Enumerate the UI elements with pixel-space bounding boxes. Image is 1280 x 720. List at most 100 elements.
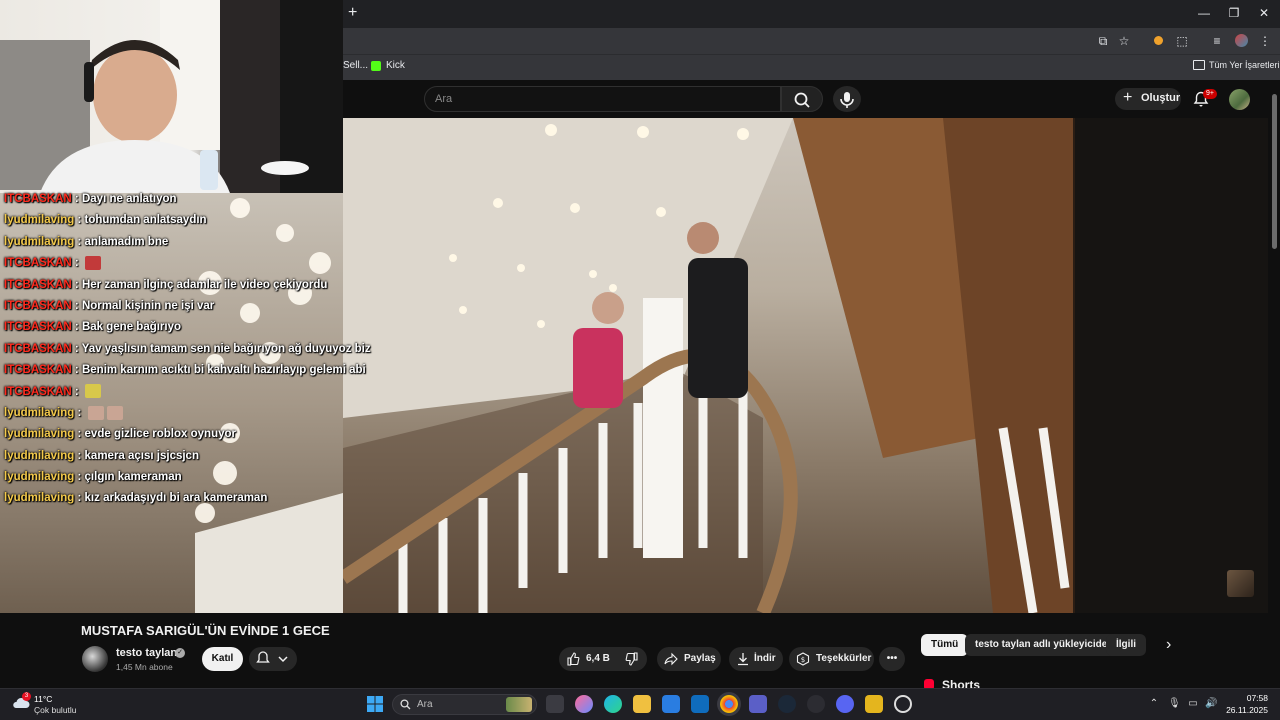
chat-text: Yav yaşlısın tamam sen nie bağırıyon ağ … (81, 342, 371, 355)
channel-avatar[interactable] (82, 646, 108, 672)
chevron-right-icon[interactable]: › (1166, 636, 1171, 654)
folder-icon (1193, 60, 1205, 70)
create-label: Oluştur (1141, 92, 1181, 104)
temperature[interactable]: 11°C (34, 694, 52, 704)
chat-username: lyudmilaving (4, 428, 75, 441)
chip-from-uploader[interactable]: testo taylan adlı yükleyiciden (965, 634, 1124, 656)
search-highlight-image (506, 697, 532, 712)
maximize-button[interactable]: ❐ (1226, 6, 1242, 20)
thanks-dollar-icon: $ (796, 652, 810, 666)
install-app-icon[interactable]: ⧉ (1096, 34, 1110, 48)
chat-message: ITCBASKAN : Dayı ne anlatıyon (4, 193, 177, 205)
search-input[interactable]: Ara (424, 86, 781, 112)
chat-message: lyudmilaving : kamera açısı jsjcsjcn (4, 449, 199, 462)
chip-all[interactable]: Tümü (921, 634, 969, 656)
chat-username: lyudmilaving (4, 471, 75, 484)
microphone-tray-icon[interactable]: 🎙 (1168, 698, 1181, 710)
chat-message: ITCBASKAN : Bak gene bağırıyo (4, 321, 182, 334)
outlook-icon[interactable] (691, 695, 709, 713)
video-frame (343, 118, 1075, 613)
chat-text: kız arkadaşıydı bi ara kameraman (84, 492, 268, 505)
bookmarks-bar (343, 54, 1280, 80)
chat-username: ITCBASKAN (4, 257, 72, 270)
bookmark-sell[interactable]: Sell... (343, 60, 368, 71)
bookmark-kick[interactable]: Kick (386, 60, 405, 71)
chat-username: lyudmilaving (4, 492, 75, 505)
discord-icon[interactable] (836, 695, 854, 713)
minimize-button[interactable]: — (1196, 6, 1212, 20)
search-icon (794, 92, 810, 108)
video-player[interactable] (343, 118, 1075, 613)
file-explorer-icon[interactable] (633, 695, 651, 713)
obs-icon[interactable] (894, 695, 912, 713)
tray-chevron-up-icon[interactable]: ⌃ (1148, 698, 1160, 710)
chat-emote-icon (84, 384, 101, 399)
chat-message: ITCBASKAN : Her zaman ilginç adamlar ile… (4, 278, 328, 291)
store-icon[interactable] (662, 695, 680, 713)
chat-text: Her zaman ilginç adamlar ile video çekiy… (81, 278, 328, 291)
chat-message: lyudmilaving : çılgın kameraman (4, 471, 182, 484)
chat-message: ITCBASKAN : (4, 253, 364, 274)
account-avatar[interactable] (1229, 89, 1250, 110)
close-window-button[interactable]: ✕ (1256, 6, 1272, 20)
all-bookmarks-link[interactable]: Tüm Yer İşaretleri (1209, 60, 1280, 70)
chat-message: lyudmilaving : anlamadım bne (4, 235, 169, 248)
app-yellow-icon[interactable] (865, 695, 883, 713)
clock-time[interactable]: 07:58 (1238, 693, 1268, 703)
plus-icon: + (1123, 89, 1133, 106)
chat-text: anlamadım bne (84, 235, 169, 248)
extension-honey-icon[interactable] (1151, 34, 1165, 48)
browser-menu-icon[interactable]: ⋮ (1258, 34, 1272, 48)
bell-icon (256, 651, 288, 663)
chat-username: lyudmilaving (4, 235, 75, 248)
bookmark-star-icon[interactable]: ☆ (1117, 34, 1131, 48)
new-tab-button[interactable]: + (348, 5, 360, 21)
streamer-webcam (0, 0, 343, 193)
channel-name[interactable]: testo taylan (116, 647, 177, 659)
subscribed-bell-button[interactable] (249, 647, 297, 671)
chat-username: lyudmilaving (4, 214, 75, 227)
chat-username: ITCBASKAN (4, 321, 72, 334)
teams-icon[interactable] (749, 695, 767, 713)
chat-text: çılgın kameraman (84, 471, 182, 484)
chat-emote-icon (84, 256, 101, 271)
network-icon[interactable]: ▭ (1187, 698, 1199, 710)
like-count[interactable]: 6,4 B (586, 647, 610, 671)
app-icon[interactable] (807, 695, 825, 713)
create-button[interactable]: + Oluştur (1115, 88, 1181, 110)
edge-icon[interactable] (604, 695, 622, 713)
extensions-puzzle-icon[interactable]: ⬚ (1175, 34, 1189, 48)
video-side-dark-area (1075, 118, 1268, 613)
scrollbar-thumb[interactable] (1272, 94, 1277, 249)
download-icon (738, 653, 748, 666)
chip-related[interactable]: İlgili (1106, 634, 1146, 656)
kick-icon (371, 61, 381, 71)
chat-message: lyudmilaving : evde gizlice roblox oynuy… (4, 428, 236, 441)
weather-text[interactable]: Çok bulutlu (34, 705, 77, 715)
chat-message: ITCBASKAN : Normal kişinin ne işi var (4, 299, 215, 312)
chrome-icon[interactable] (720, 695, 738, 713)
copilot-icon[interactable] (575, 695, 593, 713)
share-label: Paylaş (684, 653, 716, 664)
more-actions-button[interactable]: ••• (879, 647, 905, 671)
svg-text:$: $ (801, 656, 805, 664)
chat-message: lyudmilaving : tohumdan anlatsaydın (4, 214, 207, 227)
miniplayer-avatar[interactable] (1227, 570, 1254, 597)
chat-text: Benim karnım acıktı bi kahvaltı hazırlay… (81, 364, 366, 377)
clock-date[interactable]: 26.11.2025 (1216, 705, 1268, 715)
chat-username: ITCBASKAN (4, 385, 72, 398)
windows-start-icon[interactable] (366, 695, 384, 713)
profile-avatar-icon[interactable] (1234, 34, 1248, 48)
dislike-icon[interactable] (625, 652, 639, 666)
voice-search-button[interactable] (833, 86, 861, 112)
task-view-icon[interactable] (546, 695, 564, 713)
media-control-icon[interactable]: ≡ (1210, 34, 1224, 48)
join-button[interactable]: Katıl (202, 647, 243, 671)
chat-message: ITCBASKAN : Yav yaşlısın tamam sen nie b… (4, 342, 371, 355)
chat-text: kamera açısı jsjcsjcn (84, 449, 199, 462)
steam-icon[interactable] (778, 695, 796, 713)
like-icon[interactable] (566, 652, 580, 666)
chat-username: ITCBASKAN (4, 278, 72, 291)
search-button[interactable] (781, 86, 823, 112)
webcam-frame (0, 0, 343, 193)
